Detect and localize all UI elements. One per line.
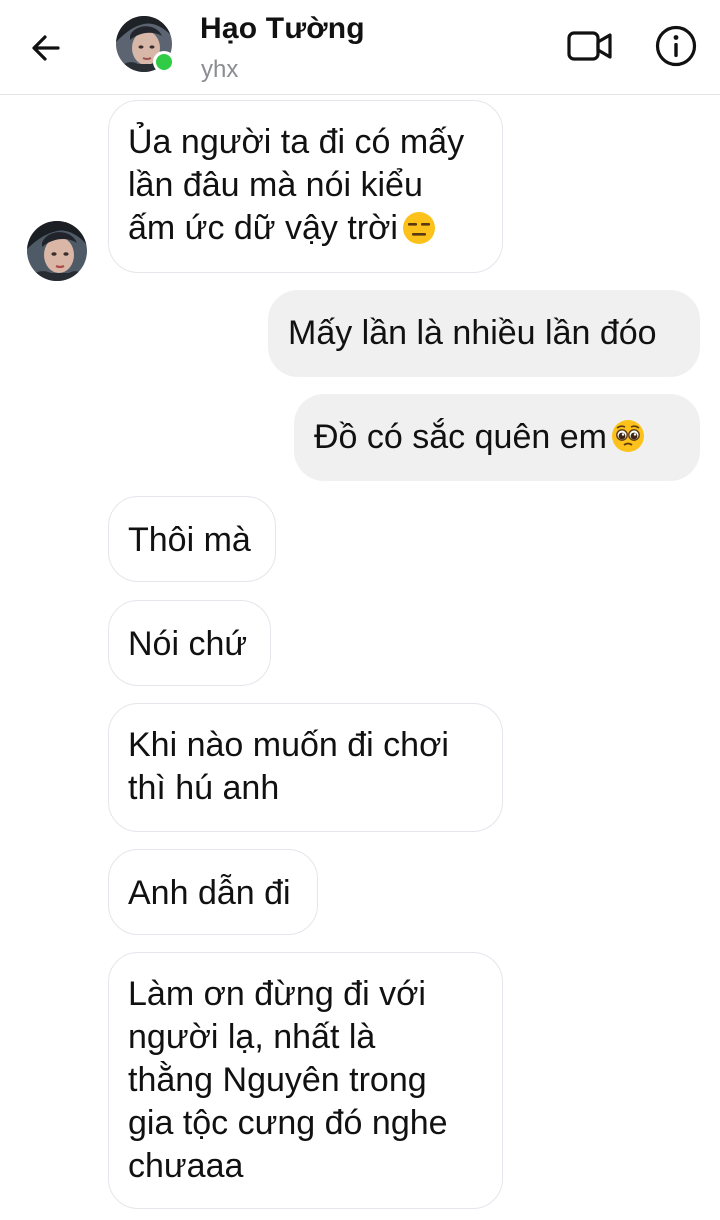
message-bubble-incoming[interactable]: Thôi mà: [108, 496, 276, 582]
message-line: Khi nào muốn đi chơi: [128, 726, 449, 764]
video-call-button[interactable]: [562, 22, 618, 70]
message-bubble-incoming[interactable]: Ủa người ta đi có mấy lần đâu mà nói kiể…: [108, 100, 503, 273]
message-line: Anh dẫn đi: [128, 874, 291, 912]
message-bubble-outgoing[interactable]: Đồ có sắc quên em: [294, 394, 700, 481]
info-button[interactable]: [650, 20, 702, 72]
message-line: người lạ, nhất là: [128, 1018, 376, 1056]
online-status-dot: [153, 51, 175, 73]
message-line: chưaaa: [128, 1147, 244, 1185]
expressionless-face-icon: [402, 212, 435, 244]
message-bubble-incoming[interactable]: Nói chứ: [108, 600, 271, 686]
message-line: Thôi mà: [128, 521, 251, 559]
info-circle-icon: [655, 25, 697, 67]
message-bubble-outgoing[interactable]: Mấy lần là nhiều lần đóo: [268, 290, 700, 377]
sender-avatar[interactable]: [27, 221, 87, 281]
message-line: Ủa người ta đi có mấy: [128, 123, 465, 161]
message-line: lần đâu mà nói kiểu: [128, 166, 423, 204]
pleading-face-icon: [611, 420, 644, 452]
arrow-left-icon: [32, 35, 60, 61]
contact-avatar[interactable]: [116, 16, 175, 73]
message-line: Mấy lần là nhiều lần đóo: [288, 314, 657, 352]
message-line: thằng Nguyên trong: [128, 1061, 427, 1099]
message-line: ấm ức dữ vậy trời: [128, 209, 398, 247]
message-bubble-incoming[interactable]: Anh dẫn đi: [108, 849, 318, 935]
message-line: Đồ có sắc quên em: [314, 418, 607, 456]
video-camera-icon: [567, 31, 612, 61]
back-button[interactable]: [22, 24, 70, 72]
message-bubble-incoming[interactable]: Làm ơn đừng đi với người lạ, nhất là thằ…: [108, 952, 503, 1209]
chat-header: Hạo Tường yhx: [0, 0, 720, 95]
message-line: Nói chứ: [128, 625, 248, 663]
message-bubble-incoming[interactable]: Khi nào muốn đi chơi thì hú anh: [108, 703, 503, 832]
message-line: thì hú anh: [128, 769, 280, 807]
message-line: gia tộc cưng đó nghe: [128, 1104, 448, 1142]
message-line: Làm ơn đừng đi với: [128, 975, 426, 1013]
contact-name[interactable]: Hạo Tường: [200, 12, 365, 46]
contact-subtitle: yhx: [201, 56, 239, 83]
